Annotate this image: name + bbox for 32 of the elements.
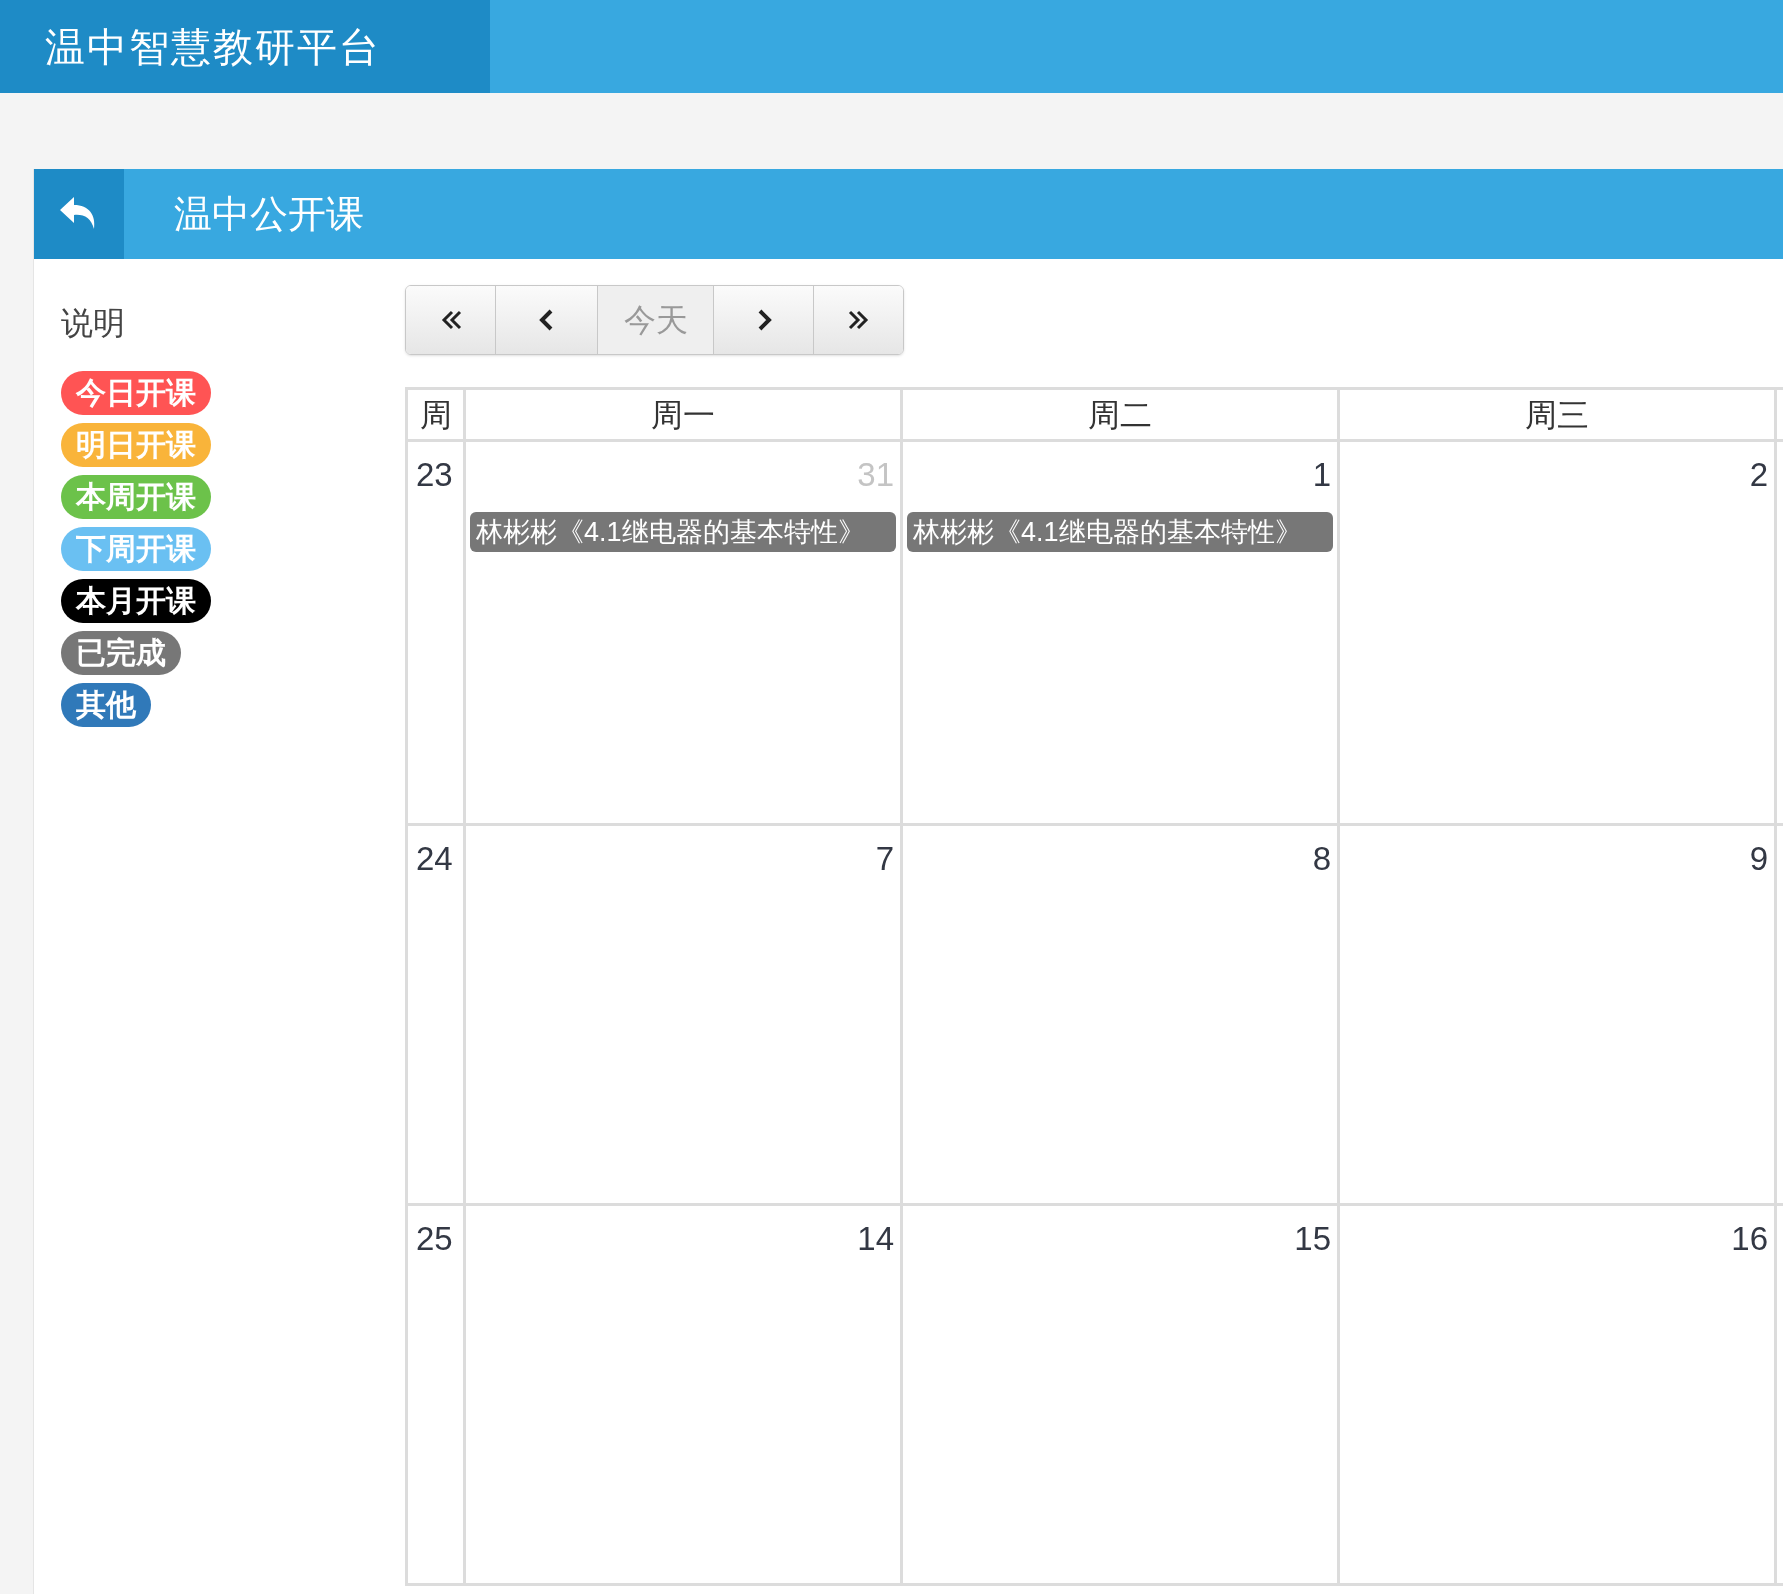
back-button[interactable] [34, 169, 124, 259]
legend-tag: 今日开课 [61, 371, 211, 415]
legend-tag: 本月开课 [61, 579, 211, 623]
last-button[interactable] [814, 286, 903, 354]
legend-tag: 其他 [61, 683, 151, 727]
calendar-event[interactable]: 林彬彬《4.1继电器的基本特性》 [907, 511, 1333, 552]
legend-tag: 本周开课 [61, 475, 211, 519]
day-number: 16 [1731, 1219, 1769, 1259]
column-header: 周三 [1525, 394, 1589, 436]
legend-tag: 已完成 [61, 631, 181, 675]
day-number: 31 [857, 455, 895, 495]
first-button[interactable] [406, 286, 496, 354]
legend-tag: 明日开课 [61, 423, 211, 467]
day-number: 1 [1312, 455, 1332, 495]
column-header: 周二 [1088, 394, 1152, 436]
week-number: 25 [416, 1220, 453, 1257]
calendar-event[interactable]: 林彬彬《4.1继电器的基本特性》 [470, 511, 896, 552]
double-right-chevron-icon [846, 308, 871, 332]
column-header: 周 [419, 394, 452, 436]
legend-title: 说明 [61, 303, 126, 344]
day-number: 14 [857, 1219, 895, 1259]
week-number: 24 [416, 840, 453, 877]
week-number: 23 [416, 456, 453, 493]
day-number: 2 [1749, 455, 1769, 495]
legend-tag: 下周开课 [61, 527, 211, 571]
day-number: 15 [1294, 1219, 1332, 1259]
column-header: 周一 [651, 394, 715, 436]
app-title: 温中智慧教研平台 [45, 22, 381, 72]
day-number: 7 [875, 839, 895, 879]
panel-title: 温中公开课 [174, 190, 364, 238]
day-number: 9 [1749, 839, 1769, 879]
day-number: 8 [1312, 839, 1332, 879]
